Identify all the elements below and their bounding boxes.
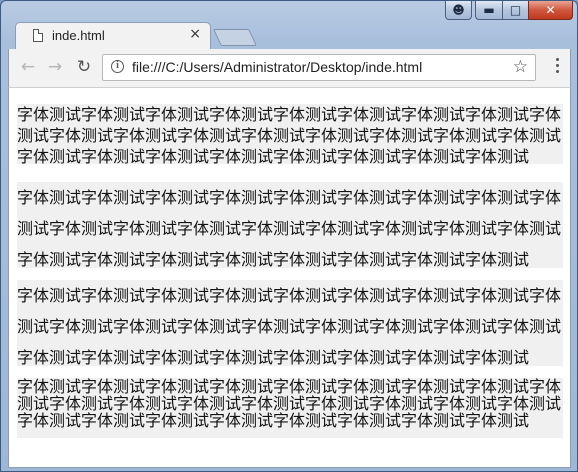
new-tab-button[interactable] [213, 29, 257, 46]
back-button[interactable]: ← [17, 56, 39, 78]
tab-title: inde.html [52, 28, 105, 43]
title-bar[interactable]: ☻ ▬ □ ✕ [1, 1, 578, 23]
maximize-button[interactable]: □ [502, 1, 528, 20]
minimize-button[interactable]: ▬ [475, 1, 502, 20]
page-content: 字体测试字体测试字体测试字体测试字体测试字体测试字体测试字体测试字体测试字体测试… [8, 87, 571, 468]
window-controls: ☻ ▬ □ ✕ [445, 1, 573, 21]
url-text[interactable]: file:///C:/Users/Administrator/Desktop/i… [132, 59, 422, 75]
close-window-button[interactable]: ✕ [528, 1, 573, 20]
forward-button[interactable]: → [44, 56, 66, 78]
document-icon [33, 29, 43, 42]
toolbar: ← → ↻ i file:///C:/Users/Administrator/D… [8, 49, 571, 87]
user-icon[interactable]: ☻ [445, 1, 472, 20]
info-icon[interactable]: i [111, 60, 124, 73]
address-bar[interactable]: i file:///C:/Users/Administrator/Desktop… [102, 54, 536, 81]
browser-window: ☻ ▬ □ ✕ inde.html × ← → ↻ i file:///C:/U… [0, 0, 578, 472]
tab-active[interactable]: inde.html × [15, 22, 211, 49]
reload-button[interactable]: ↻ [73, 56, 95, 78]
tab-close-icon[interactable]: × [189, 26, 201, 42]
menu-icon[interactable] [556, 58, 560, 73]
bookmark-star-icon[interactable]: ☆ [513, 57, 528, 77]
paragraph-2: 字体测试字体测试字体测试字体测试字体测试字体测试字体测试字体测试字体测试字体测试… [17, 182, 563, 269]
paragraph-3: 字体测试字体测试字体测试字体测试字体测试字体测试字体测试字体测试字体测试字体测试… [17, 280, 563, 367]
paragraph-1: 字体测试字体测试字体测试字体测试字体测试字体测试字体测试字体测试字体测试字体测试… [17, 104, 563, 166]
paragraph-4: 字体测试字体测试字体测试字体测试字体测试字体测试字体测试字体测试字体测试字体测试… [17, 378, 563, 438]
